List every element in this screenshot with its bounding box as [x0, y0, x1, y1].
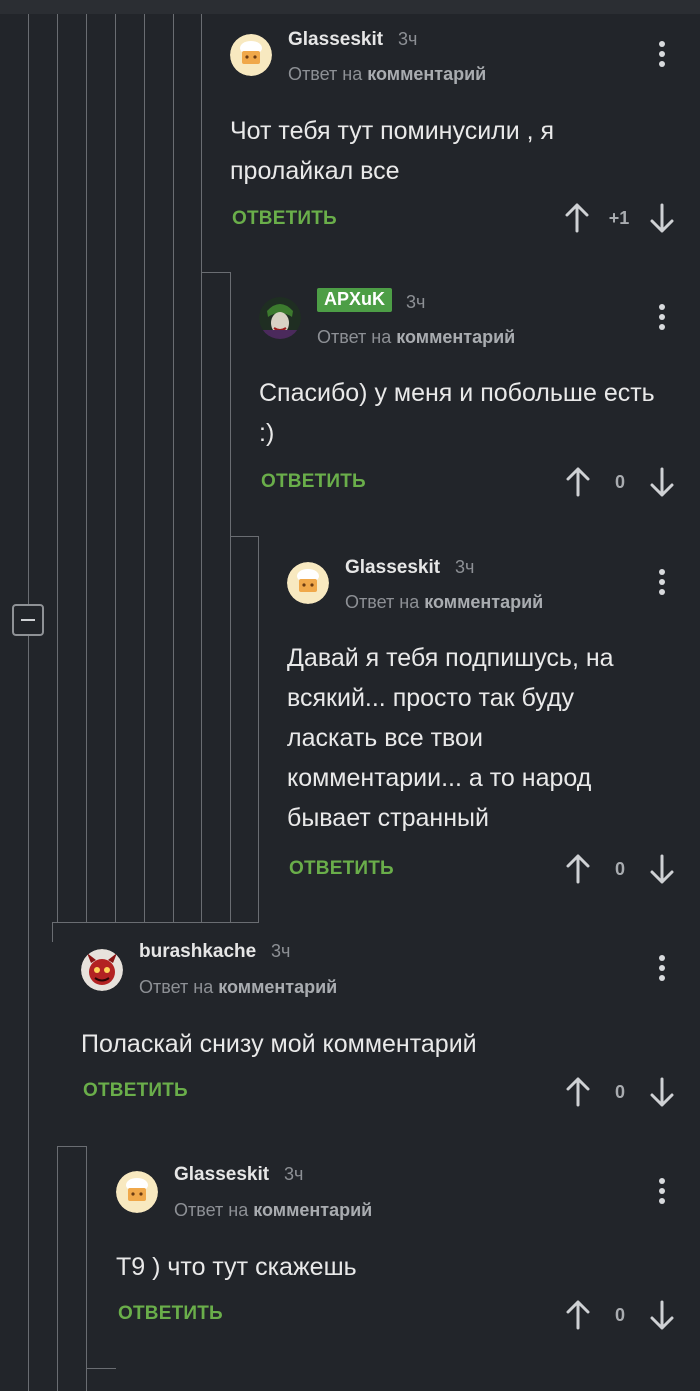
arrow-down-icon[interactable] — [647, 200, 677, 236]
kebab-menu-icon[interactable] — [655, 1176, 669, 1206]
comment-time: 3ч — [406, 292, 426, 312]
cook-hat-avatar[interactable] — [287, 562, 329, 604]
kebab-menu-icon[interactable] — [655, 953, 669, 983]
reply-to-prefix: Ответ на — [139, 977, 214, 997]
reply-button[interactable]: ОТВЕТИТЬ — [289, 858, 394, 880]
reply-to-link[interactable]: комментарий — [424, 592, 543, 612]
comment: Glasseskit 3ч Ответ на комментарий Давай… — [287, 557, 680, 890]
vote-controls: 0 — [560, 1297, 680, 1333]
score: 0 — [614, 472, 625, 492]
arrow-down-icon[interactable] — [647, 464, 677, 500]
reply-to-prefix: Ответ на — [345, 592, 420, 612]
joker-avatar[interactable] — [259, 297, 301, 339]
reply-to-prefix: Ответ на — [174, 1200, 249, 1220]
author-name[interactable]: burashkache — [139, 941, 256, 963]
arrow-up-icon[interactable] — [563, 1074, 593, 1110]
comment-text: Т9 ) что тут скажешь — [116, 1253, 357, 1281]
author-name[interactable]: Glasseskit — [174, 1164, 269, 1186]
author-name[interactable]: APXuK — [317, 288, 393, 312]
vote-controls: +1 — [560, 200, 680, 236]
reply-to[interactable]: Ответ на комментарий — [139, 977, 337, 998]
arrow-up-icon[interactable] — [563, 464, 593, 500]
red-creature-avatar[interactable] — [81, 949, 123, 991]
reply-button[interactable]: ОТВЕТИТЬ — [261, 471, 366, 493]
top-bar — [0, 0, 700, 14]
reply-to-prefix: Ответ на — [288, 64, 363, 84]
vote-controls: 0 — [560, 464, 680, 500]
comment: burashkache 3ч Ответ на комментарий Пола… — [81, 941, 680, 1116]
comment-text: Давай я тебя подпишусь, на всякий... про… — [287, 644, 614, 832]
kebab-menu-icon[interactable] — [655, 302, 669, 332]
comment: APXuK 3ч Ответ на комментарий Спасибо) у… — [259, 288, 680, 505]
comment-time: 3ч — [271, 941, 291, 961]
kebab-menu-icon[interactable] — [655, 567, 669, 597]
collapse-thread-button[interactable] — [12, 604, 44, 636]
vote-controls: 0 — [560, 1074, 680, 1110]
reply-button[interactable]: ОТВЕТИТЬ — [83, 1080, 188, 1102]
reply-to[interactable]: Ответ на комментарий — [345, 592, 543, 613]
comment-text: Спасибо) у меня и побольше есть :) — [259, 379, 655, 447]
arrow-down-icon[interactable] — [647, 1297, 677, 1333]
comment-text: Чот тебя тут поминусили , я пролайкал вс… — [230, 117, 555, 185]
comment: Glasseskit 3ч Ответ на комментарий Т9 ) … — [116, 1164, 680, 1339]
cook-hat-avatar[interactable] — [116, 1171, 158, 1213]
reply-to-link[interactable]: комментарий — [218, 977, 337, 997]
comment-time: 3ч — [455, 557, 475, 577]
score: 0 — [614, 1305, 625, 1325]
comment-text: Поласкай снизу мой комментарий — [81, 1030, 477, 1058]
reply-to-link[interactable]: комментарий — [396, 327, 515, 347]
vote-controls: 0 — [560, 851, 680, 887]
score: 0 — [614, 1082, 625, 1102]
arrow-up-icon[interactable] — [563, 1297, 593, 1333]
comment-time: 3ч — [398, 29, 418, 49]
reply-to-prefix: Ответ на — [317, 327, 392, 347]
reply-to-link[interactable]: комментарий — [253, 1200, 372, 1220]
author-name[interactable]: Glasseskit — [288, 29, 383, 51]
comment: Glasseskit 3ч Ответ на комментарий Чот т… — [230, 29, 680, 242]
arrow-down-icon[interactable] — [647, 1074, 677, 1110]
kebab-menu-icon[interactable] — [655, 39, 669, 69]
arrow-up-icon[interactable] — [562, 200, 592, 236]
score: 0 — [614, 859, 625, 879]
cook-hat-avatar[interactable] — [230, 34, 272, 76]
reply-to[interactable]: Ответ на комментарий — [174, 1200, 372, 1221]
reply-to[interactable]: Ответ на комментарий — [288, 64, 486, 85]
comment-time: 3ч — [284, 1164, 304, 1184]
arrow-down-icon[interactable] — [647, 851, 677, 887]
author-name[interactable]: Glasseskit — [345, 557, 440, 579]
score: +1 — [608, 208, 630, 228]
arrow-up-icon[interactable] — [563, 851, 593, 887]
reply-button[interactable]: ОТВЕТИТЬ — [118, 1303, 223, 1325]
reply-to-link[interactable]: комментарий — [367, 64, 486, 84]
reply-to[interactable]: Ответ на комментарий — [317, 327, 515, 348]
reply-button[interactable]: ОТВЕТИТЬ — [232, 208, 337, 230]
